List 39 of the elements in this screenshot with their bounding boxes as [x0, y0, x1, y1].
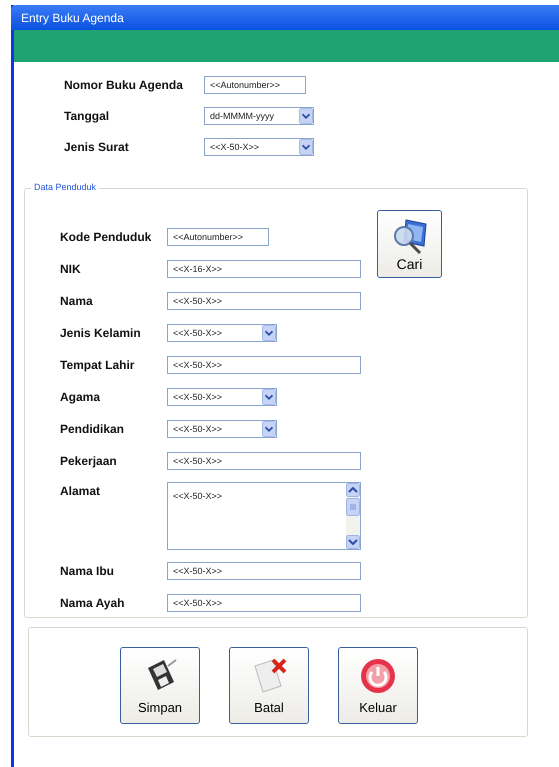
dropdown[interactable]: <<X-50-X>>	[167, 388, 277, 406]
search-button[interactable]: Cari	[377, 210, 442, 278]
input-field[interactable]: <<Autonumber>>	[167, 228, 269, 246]
field-label: Pekerjaan	[60, 454, 118, 468]
field-label: Tanggal	[64, 109, 110, 123]
field-label: Alamat	[60, 484, 102, 498]
dropdown[interactable]: <<X-50-X>>	[167, 324, 277, 342]
field-label: Nama Ayah	[60, 596, 126, 610]
power-icon	[358, 656, 398, 696]
field-label: Nama	[60, 294, 94, 308]
field-label: Kode Penduduk	[60, 230, 152, 244]
field-label: Jenis Surat	[64, 140, 130, 154]
window-title: Entry Buku Agenda	[21, 10, 124, 24]
scroll-down-icon[interactable]	[346, 535, 360, 549]
scroll-thumb[interactable]	[346, 498, 360, 516]
field-label: Agama	[60, 390, 102, 404]
input-field[interactable]: <<X-16-X>>	[167, 260, 361, 278]
field-label: Tempat Lahir	[60, 358, 136, 372]
dropdown[interactable]: <<X-50-X>>	[204, 138, 314, 156]
field-label: Nomor Buku Agenda	[64, 78, 184, 92]
input-field[interactable]: <<X-50-X>>	[167, 292, 361, 310]
cancel-button[interactable]: Batal	[229, 647, 309, 724]
input-field[interactable]: <<X-50-X>>	[167, 562, 361, 580]
dropdown[interactable]: dd-MMMM-yyyy	[204, 107, 314, 125]
field-label: Nama Ibu	[60, 564, 116, 578]
dropdown[interactable]: <<X-50-X>>	[167, 420, 277, 438]
field-label: NIK	[60, 262, 82, 276]
save-button[interactable]: Simpan	[120, 647, 200, 724]
exit-button[interactable]: Keluar	[338, 647, 418, 724]
input-field[interactable]: <<X-50-X>>	[167, 356, 361, 374]
scroll-up-icon[interactable]	[346, 483, 360, 497]
input-field[interactable]: <<X-50-X>>	[167, 452, 361, 470]
input-field[interactable]: <<X-50-X>>	[167, 594, 361, 612]
text-area[interactable]: <<X-50-X>>	[167, 482, 361, 550]
group-title: Data Penduduk	[31, 182, 100, 192]
scrollbar[interactable]	[346, 483, 360, 549]
field-label: Jenis Kelamin	[60, 326, 142, 340]
input-field[interactable]: <<Autonumber>>	[204, 76, 306, 94]
field-label: Pendidikan	[60, 422, 126, 436]
